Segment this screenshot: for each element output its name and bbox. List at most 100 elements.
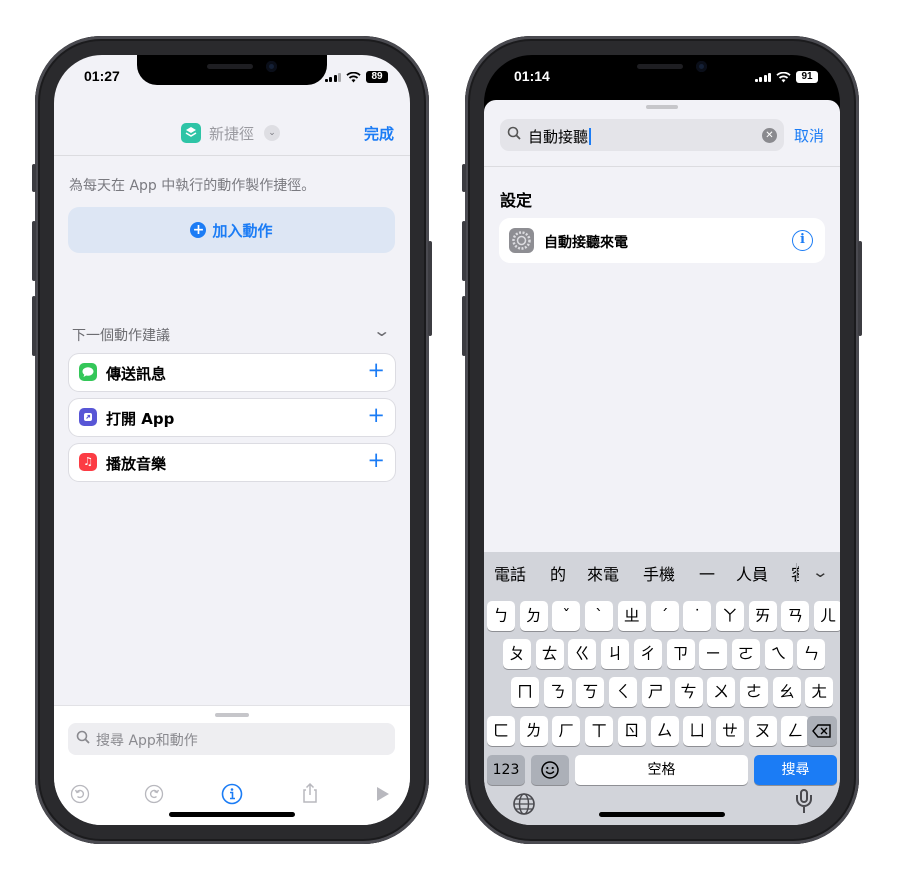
chevron-down-icon[interactable]: ⌄ <box>264 125 280 141</box>
keyboard-key[interactable]: ㄕ <box>641 677 670 707</box>
screen: 01:27 89 新捷徑 ⌄ 完成 為每天在 App 中執行的動作製作捷徑。 +… <box>54 55 410 825</box>
keyboard-key[interactable]: ㄘ <box>674 677 703 707</box>
keyboard-key[interactable]: ˇ <box>552 601 581 631</box>
keyboard-key[interactable]: ㄩ <box>683 716 712 746</box>
suggestion-item[interactable]: ♫ 播放音樂 + <box>69 444 395 481</box>
add-plus-icon[interactable]: + <box>367 403 385 427</box>
candidate-word[interactable]: 客 <box>791 561 799 585</box>
search-input[interactable]: 自動接聽 ✕ <box>500 119 784 151</box>
numbers-key[interactable]: 123 <box>487 755 525 785</box>
search-input[interactable]: 搜尋 App和動作 <box>68 723 395 755</box>
search-result-item[interactable]: 自動接聽來電 i <box>499 218 825 263</box>
candidate-word[interactable]: 的 <box>550 561 566 585</box>
keyboard-key[interactable]: ㄑ <box>609 677 638 707</box>
clear-search-icon[interactable]: ✕ <box>762 128 777 143</box>
keyboard-key[interactable]: ㄉ <box>519 601 548 631</box>
side-button <box>858 241 862 336</box>
keyboard-key[interactable]: ㄟ <box>764 639 793 669</box>
keyboard-key[interactable]: ㄊ <box>535 639 564 669</box>
globe-icon[interactable] <box>512 792 536 821</box>
section-title: 設定 <box>500 191 533 210</box>
keyboard-key[interactable]: ˙ <box>683 601 712 631</box>
keyboard-key[interactable]: ㄞ <box>748 601 777 631</box>
keyboard-key[interactable]: ㄖ <box>617 716 646 746</box>
info-icon[interactable]: i <box>792 230 813 251</box>
candidate-word[interactable]: 一 <box>699 561 715 585</box>
cancel-button[interactable]: 取消 <box>794 125 824 146</box>
keyboard-key[interactable]: ㄨ <box>707 677 736 707</box>
keyboard-key[interactable]: ㄢ <box>781 601 810 631</box>
grabber-handle[interactable] <box>215 713 249 717</box>
keyboard-key[interactable]: ㄥ <box>781 716 810 746</box>
candidate-word[interactable]: 電話 <box>494 561 526 585</box>
volume-up-button <box>462 221 466 281</box>
emoji-key[interactable] <box>531 755 569 785</box>
keyboard-key[interactable]: ㄗ <box>666 639 695 669</box>
keyboard-key[interactable]: ㄙ <box>650 716 679 746</box>
home-indicator[interactable] <box>169 812 295 817</box>
search-icon <box>507 126 521 144</box>
search-icon <box>76 730 90 748</box>
battery-indicator: 91 <box>796 71 818 83</box>
keyboard-key[interactable]: ㄒ <box>585 716 614 746</box>
keyboard-key[interactable]: ㄅ <box>487 601 515 631</box>
share-icon[interactable] <box>298 782 322 806</box>
keyboard-key[interactable]: ㄚ <box>715 601 744 631</box>
keyboard-key[interactable]: ㄜ <box>739 677 768 707</box>
keyboard-key[interactable]: ㄡ <box>748 716 777 746</box>
candidate-word[interactable]: 手機 <box>643 561 675 585</box>
shortcut-title[interactable]: 新捷徑 <box>209 123 254 144</box>
keyboard-key[interactable]: ㄔ <box>633 639 662 669</box>
action-search-panel: 搜尋 App和動作 <box>54 705 410 825</box>
add-plus-icon[interactable]: + <box>367 448 385 472</box>
keyboard-key[interactable]: ㄐ <box>601 639 630 669</box>
add-action-label: 加入動作 <box>212 221 273 240</box>
expand-candidates-icon[interactable]: ⌄ <box>812 563 830 581</box>
candidate-word[interactable]: 來電 <box>587 561 619 585</box>
space-key[interactable]: 空格 <box>575 755 748 785</box>
keyboard-key[interactable]: ㄌ <box>519 716 548 746</box>
keyboard-key[interactable]: ㄣ <box>797 639 826 669</box>
home-indicator[interactable] <box>599 812 725 817</box>
suggestion-item[interactable]: 傳送訊息 + <box>69 354 395 391</box>
undo-icon[interactable] <box>68 782 92 806</box>
keyboard-key[interactable]: ㄇ <box>511 677 539 707</box>
grabber-handle[interactable] <box>646 105 678 109</box>
shortcut-description: 為每天在 App 中執行的動作製作捷徑。 <box>69 178 316 194</box>
keyboard-key[interactable]: ㄛ <box>731 639 760 669</box>
keyboard-key[interactable]: ㄎ <box>576 677 605 707</box>
keyboard-key[interactable]: ㄧ <box>699 639 728 669</box>
keyboard: 電話 的 來電 手機 一 人員 客 ⌄ ㄅㄉˇˋㄓˊ˙ㄚㄞㄢㄦㄆㄊㄍㄐㄔㄗㄧㄛㄟ… <box>484 552 840 825</box>
keyboard-key[interactable]: ˊ <box>650 601 679 631</box>
collapse-chevron-icon[interactable]: ⌄ <box>372 321 391 340</box>
bottom-toolbar <box>54 782 410 808</box>
redo-icon[interactable] <box>142 782 166 806</box>
suggestion-item[interactable]: 打開 App + <box>69 399 395 436</box>
phone-right: 01:14 91 自動接聽 ✕ 取消 設定 自動接聽來電 i 電話 的 來電 手… <box>462 36 862 844</box>
candidate-word[interactable]: 人員 <box>736 561 768 585</box>
result-label: 自動接聽來電 <box>544 235 628 251</box>
keyboard-key[interactable]: ㄏ <box>552 716 581 746</box>
search-key[interactable]: 搜尋 <box>754 755 837 785</box>
add-action-button[interactable]: + 加入動作 <box>68 207 395 253</box>
microphone-icon[interactable] <box>796 789 812 815</box>
add-plus-icon[interactable]: + <box>367 358 385 382</box>
search-query: 自動接聽 <box>528 128 589 146</box>
volume-down-button <box>32 296 36 356</box>
done-button[interactable]: 完成 <box>364 123 394 144</box>
keyboard-key[interactable]: ㄍ <box>568 639 597 669</box>
keyboard-key[interactable]: ˋ <box>585 601 614 631</box>
keyboard-key[interactable]: ㄠ <box>772 677 801 707</box>
delete-key[interactable] <box>807 716 837 746</box>
keyboard-key[interactable]: ㄆ <box>503 639 531 669</box>
music-icon: ♫ <box>79 453 97 471</box>
play-icon[interactable] <box>370 782 394 806</box>
shortcuts-app-icon <box>181 123 201 143</box>
keyboard-key[interactable]: ㄋ <box>543 677 572 707</box>
keyboard-key[interactable]: ㄤ <box>805 677 834 707</box>
keyboard-key[interactable]: ㄓ <box>617 601 646 631</box>
keyboard-key[interactable]: ㄈ <box>487 716 515 746</box>
keyboard-key[interactable]: ㄦ <box>814 601 840 631</box>
keyboard-key[interactable]: ㄝ <box>715 716 744 746</box>
info-icon[interactable] <box>220 782 244 806</box>
